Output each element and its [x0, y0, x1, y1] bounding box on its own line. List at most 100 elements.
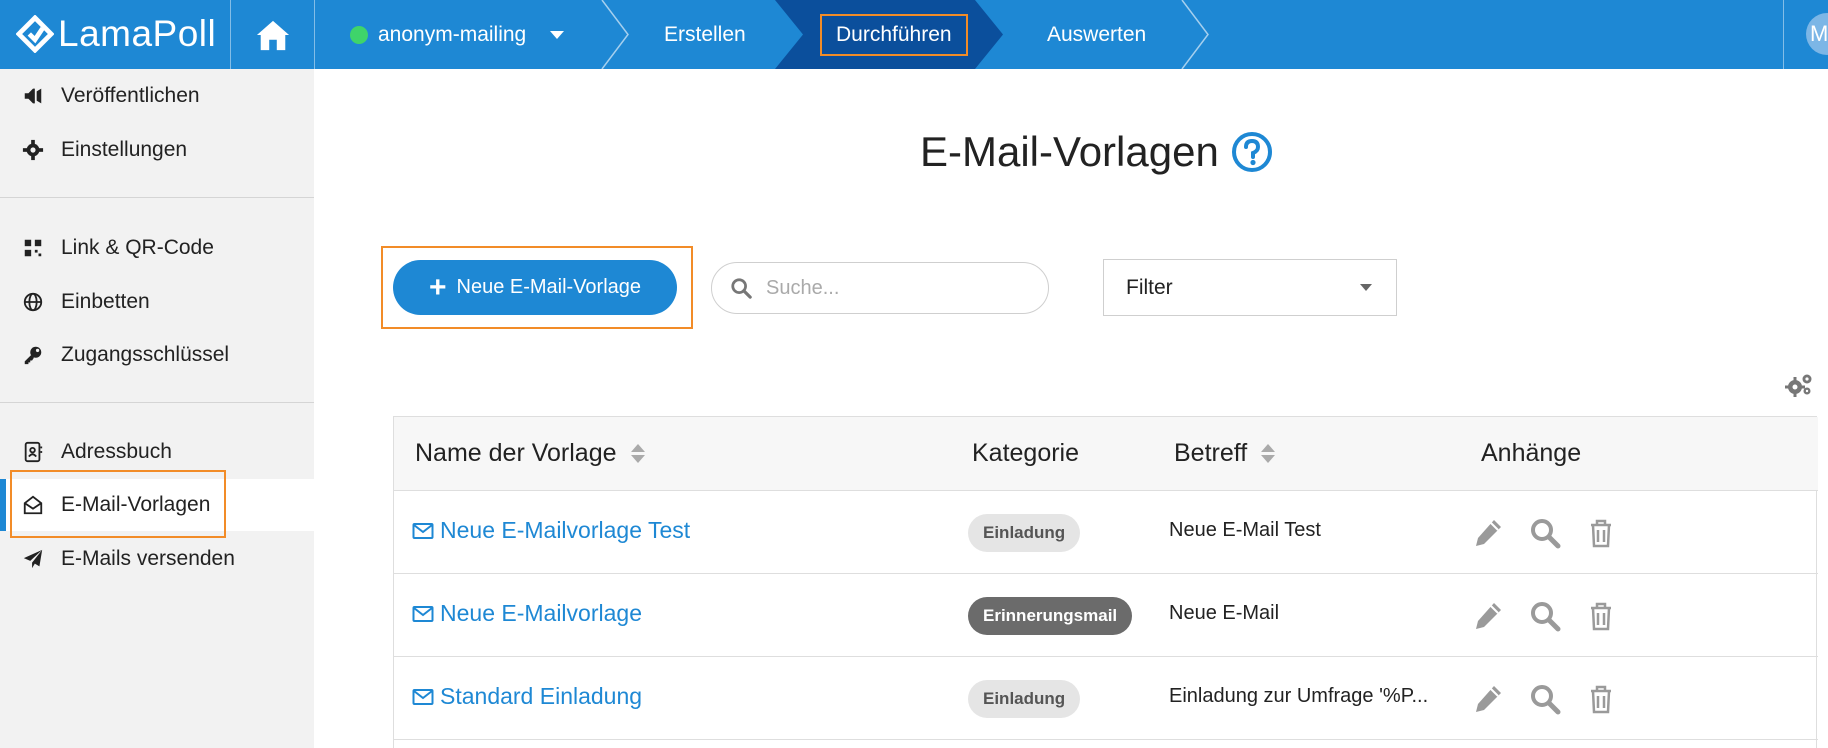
email-templates-table: Name der Vorlage Kategorie Betreff Anhän… — [393, 416, 1818, 748]
category-badge: Erinnerungsmail — [968, 597, 1133, 635]
sidebar-divider — [0, 402, 314, 403]
column-header-name[interactable]: Name der Vorlage — [415, 439, 645, 468]
table-row: Neue E-Mailvorlage Erinnerungsmail Neue … — [394, 574, 1818, 657]
envelope-icon — [412, 688, 434, 705]
column-header-attachments: Anhänge — [1481, 439, 1581, 468]
template-name-link[interactable]: Neue E-Mailvorlage Test — [412, 517, 690, 544]
home-icon — [256, 20, 289, 50]
step-auswerten[interactable]: Auswerten — [1047, 0, 1146, 69]
step-durchfuehren-label: Durchführen — [820, 13, 968, 56]
search-input[interactable] — [766, 268, 1036, 308]
template-name: Neue E-Mailvorlage Test — [440, 517, 691, 543]
delete-button[interactable] — [1585, 600, 1617, 632]
column-header-label: Kategorie — [972, 439, 1080, 467]
search-icon — [1531, 602, 1561, 632]
step-durchfuehren[interactable]: Durchführen — [820, 0, 968, 69]
gear-icon — [21, 138, 45, 162]
search-icon — [1531, 685, 1561, 715]
chevron-down-icon — [550, 30, 565, 39]
search-icon — [1531, 519, 1561, 549]
lamapoll-logo-icon — [16, 15, 54, 53]
template-name-link[interactable]: Neue E-Mailvorlage — [412, 600, 642, 627]
lamapoll-logo[interactable]: LamaPoll — [16, 12, 216, 56]
trash-icon — [1591, 519, 1611, 548]
sidebar-item-link-qr-code[interactable]: Link & QR-Code — [0, 222, 314, 274]
sidebar-item-einbetten[interactable]: Einbetten — [0, 276, 314, 328]
column-header-subject[interactable]: Betreff — [1174, 439, 1276, 468]
edit-button[interactable] — [1472, 517, 1504, 549]
paper-plane-icon — [21, 547, 45, 571]
new-email-template-button[interactable]: + Neue E-Mail-Vorlage — [393, 260, 677, 315]
sidebar-item-zugangsschluessel[interactable]: Zugangsschlüssel — [0, 329, 314, 381]
sidebar-item-veroeffentlichen[interactable]: Veröffentlichen — [0, 70, 314, 122]
category-badge: Einladung — [968, 514, 1081, 552]
project-name: anonym-mailing — [378, 22, 527, 46]
address-book-icon — [21, 440, 45, 464]
sort-icon — [1261, 444, 1276, 463]
preview-button[interactable] — [1529, 683, 1561, 715]
sidebar-item-label: Einbetten — [61, 290, 150, 313]
top-navigation-bar: LamaPoll anonym-mailing Erstellen Durchf… — [0, 0, 1828, 69]
column-header-label: Anhänge — [1481, 439, 1582, 467]
sidebar-item-label: Adressbuch — [61, 440, 172, 463]
page-title: E-Mail-Vorlagen — [920, 128, 1273, 176]
new-email-template-label: Neue E-Mail-Vorlage — [456, 276, 642, 298]
key-icon — [21, 343, 45, 367]
search-icon — [731, 278, 752, 299]
template-name: Neue E-Mailvorlage — [440, 600, 642, 626]
column-header-label: Name der Vorlage — [415, 439, 617, 467]
project-status-dot — [350, 25, 368, 44]
table-settings-gears-icon[interactable] — [1785, 372, 1813, 398]
avatar-initial: M — [1810, 21, 1828, 46]
edit-button[interactable] — [1472, 600, 1504, 632]
page-title-text: E-Mail-Vorlagen — [920, 128, 1219, 175]
preview-button[interactable] — [1529, 517, 1561, 549]
template-name-link[interactable]: Standard Einladung — [412, 683, 642, 710]
template-subject: Einladung zur Umfrage '%P... — [1169, 685, 1429, 707]
column-header-category: Kategorie — [972, 439, 1079, 468]
pencil-icon — [1476, 520, 1501, 546]
template-name: Standard Einladung — [440, 683, 643, 709]
trash-icon — [1591, 685, 1611, 714]
sidebar-item-einstellungen[interactable]: Einstellungen — [0, 124, 314, 176]
delete-button[interactable] — [1585, 517, 1617, 549]
table-header: Name der Vorlage Kategorie Betreff Anhän… — [394, 417, 1818, 491]
pencil-icon — [1476, 686, 1501, 712]
caret-down-icon — [1360, 284, 1372, 291]
preview-button[interactable] — [1529, 600, 1561, 632]
logo-text: LamaPoll — [58, 13, 217, 54]
edit-button[interactable] — [1472, 683, 1504, 715]
step-erstellen-label: Erstellen — [664, 22, 746, 46]
sidebar-item-label: E-Mails versenden — [61, 547, 235, 570]
sidebar-item-label: Veröffentlichen — [61, 84, 200, 107]
sidebar: Veröffentlichen Einstellungen Link & QR-… — [0, 69, 314, 748]
qr-code-icon — [21, 236, 45, 260]
filter-select[interactable]: Filter — [1103, 259, 1397, 316]
breadcrumb-separator — [601, 0, 629, 69]
help-icon[interactable] — [1231, 131, 1273, 173]
sort-icon — [630, 444, 645, 463]
sidebar-divider — [0, 197, 314, 198]
search-box — [711, 262, 1049, 314]
table-row: Neue E-Mailvorlage Test Einladung Neue E… — [394, 491, 1818, 574]
plus-icon: + — [428, 270, 447, 304]
envelope-icon — [412, 522, 434, 539]
table-row: Standard Einladung Einladung Einladung z… — [394, 657, 1818, 740]
template-subject: Neue E-Mail Test — [1169, 519, 1321, 541]
globe-icon — [21, 290, 45, 314]
column-header-label: Betreff — [1174, 439, 1248, 467]
sidebar-item-label: Zugangsschlüssel — [61, 343, 230, 366]
megaphone-icon — [21, 84, 45, 108]
sidebar-item-label: Link & QR-Code — [61, 236, 214, 259]
project-selector[interactable]: anonym-mailing — [350, 0, 565, 69]
highlight-frame — [10, 470, 226, 538]
sidebar-item-emails-versenden[interactable]: E-Mails versenden — [0, 533, 314, 585]
pencil-icon — [1476, 603, 1501, 629]
home-button[interactable] — [230, 0, 315, 69]
delete-button[interactable] — [1585, 683, 1617, 715]
sidebar-item-label: Einstellungen — [61, 138, 188, 161]
step-erstellen[interactable]: Erstellen — [664, 0, 746, 69]
envelope-icon — [412, 605, 434, 622]
template-subject: Neue E-Mail — [1169, 602, 1280, 624]
category-badge: Einladung — [968, 680, 1081, 718]
